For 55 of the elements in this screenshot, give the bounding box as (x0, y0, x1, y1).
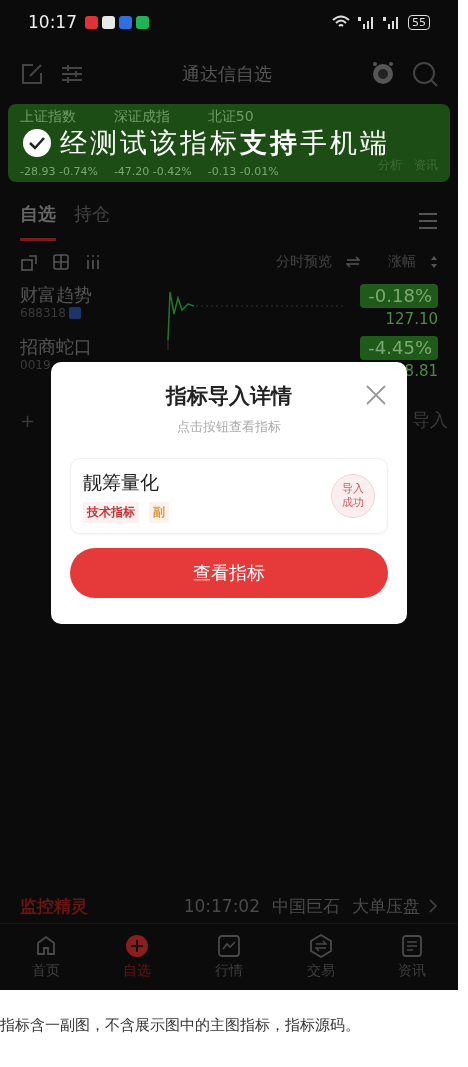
change-badge: -0.18% (360, 284, 438, 308)
indicator-tag: 副 (149, 501, 169, 523)
page-title: 通达信自选 (181, 62, 273, 86)
chart-icon (217, 934, 241, 958)
monitor-event: 大单压盘 (352, 894, 420, 918)
columns-icon[interactable] (84, 253, 102, 271)
status-time: 10:17 (28, 12, 77, 32)
market-tag-icon (68, 307, 81, 319)
index-change: -47.20 -0.42% (113, 166, 192, 178)
stock-price: 127.10 (385, 310, 438, 328)
sliders-icon[interactable] (60, 62, 84, 86)
stock-name[interactable]: 招商蛇口 (20, 336, 150, 358)
index-name[interactable]: 北证50 (207, 108, 279, 124)
chevron-right-icon[interactable] (428, 898, 438, 914)
grid-icon[interactable] (52, 253, 70, 271)
edit-icon[interactable] (20, 62, 44, 86)
success-stamp: 导入成功 (331, 474, 375, 518)
wifi-icon (332, 15, 350, 29)
add-button[interactable]: + (20, 409, 36, 431)
close-icon[interactable] (365, 384, 387, 406)
app-icon (119, 15, 132, 29)
share-icon[interactable] (20, 253, 38, 271)
sort-icon[interactable] (430, 255, 438, 269)
index-name[interactable]: 深证成指 (113, 108, 192, 124)
list-tab[interactable]: 持仓 (74, 201, 110, 241)
view-indicator-button[interactable]: 查看指标 (70, 548, 388, 598)
list-tab[interactable]: 自选 (20, 201, 56, 241)
battery-level: 55 (408, 14, 430, 30)
nav-tab[interactable]: 自选 (91, 924, 184, 990)
banner-text: 经测试该指标支持手机端 (60, 127, 390, 159)
app-icon (136, 15, 149, 29)
monitor-label[interactable]: 监控精灵 (20, 894, 88, 918)
index-name[interactable]: 上证指数 (20, 108, 98, 124)
menu-icon[interactable] (418, 212, 438, 230)
app-icon (85, 15, 98, 29)
app-icon (102, 15, 115, 29)
indicator-tag: 技术指标 (83, 501, 139, 523)
plus-icon (125, 934, 150, 958)
signal-icon (357, 15, 375, 29)
stock-name[interactable]: 财富趋势 (20, 284, 150, 306)
monitor-stock: 中国巨石 (272, 894, 340, 918)
monitor-time: 10:17:02 (183, 896, 260, 916)
search-icon[interactable] (412, 61, 438, 87)
document-icon (400, 934, 425, 958)
index-change: -28.93 -0.74% (20, 166, 98, 178)
swap-icon[interactable] (346, 256, 360, 268)
dialog-subtitle: 点击按钮查看指标 (176, 418, 282, 436)
dialog-title: 指标导入详情 (164, 383, 293, 410)
check-icon (22, 128, 52, 158)
signal-icon (382, 15, 400, 29)
index-change: -0.13 -0.01% (207, 166, 279, 178)
change-badge: -4.45% (360, 336, 438, 360)
caption-text: 指标含一副图，不含展示图中的主图指标，指标源码。 (0, 1016, 361, 1035)
indicator-name: 靓筹量化 (83, 469, 160, 495)
exchange-icon (308, 934, 333, 958)
